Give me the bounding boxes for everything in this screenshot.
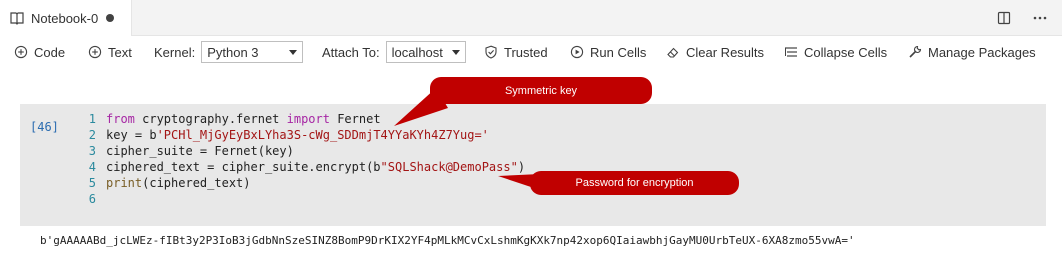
callout-pointers bbox=[394, 88, 540, 190]
symmetric-key-callout: Symmetric key bbox=[430, 77, 652, 104]
password-callout-text: Password for encryption bbox=[575, 177, 694, 189]
symmetric-key-callout-text: Symmetric key bbox=[504, 84, 578, 97]
password-callout: Password for encryption bbox=[530, 171, 739, 195]
